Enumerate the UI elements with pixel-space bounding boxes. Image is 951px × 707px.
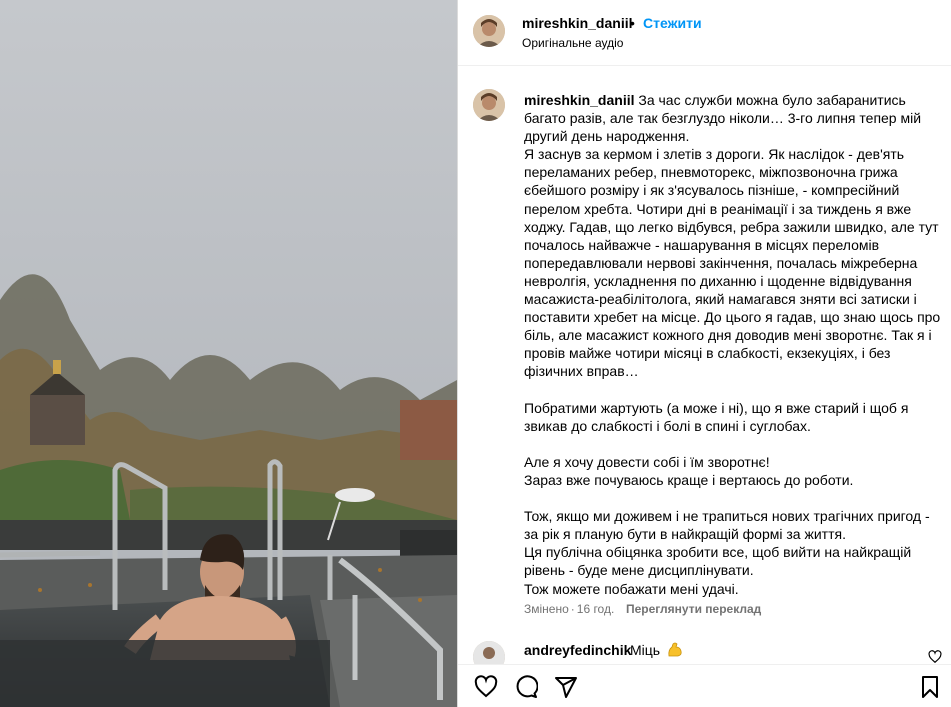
- comment-like-icon[interactable]: [928, 650, 942, 664]
- post-details-panel: mireshkin_daniil • Стежити Оригінальне а…: [457, 0, 951, 707]
- author-avatar[interactable]: [473, 15, 505, 47]
- time-ago[interactable]: 16 год.: [577, 602, 615, 616]
- header-separator: •: [630, 15, 635, 31]
- author-username[interactable]: mireshkin_daniil: [522, 15, 632, 31]
- caption-username[interactable]: mireshkin_daniil: [524, 92, 634, 108]
- audio-label[interactable]: Оригінальне аудіо: [522, 36, 623, 50]
- flexed-biceps-icon: [666, 641, 684, 659]
- caption-author-avatar[interactable]: [473, 89, 505, 121]
- see-translation-button[interactable]: Переглянути переклад: [626, 602, 761, 616]
- comment-icon[interactable]: [514, 675, 538, 699]
- bookmark-icon[interactable]: [918, 675, 942, 699]
- action-bar: [458, 664, 951, 707]
- commenter-username[interactable]: andreyfedinchik: [524, 642, 631, 658]
- post-photo[interactable]: [0, 0, 457, 707]
- instagram-post-dialog: mireshkin_daniil • Стежити Оригінальне а…: [0, 0, 951, 707]
- share-icon[interactable]: [554, 675, 578, 699]
- post-caption: mireshkin_daniil За час служби можна бул…: [524, 91, 942, 598]
- follow-button[interactable]: Стежити: [643, 15, 702, 31]
- caption-meta: Змінено · 16 год.: [524, 602, 614, 616]
- heart-icon[interactable]: [474, 675, 498, 699]
- caption-text: За час служби можна було забаранитись ба…: [524, 92, 941, 597]
- edited-label: Змінено: [524, 602, 569, 616]
- meta-separator: ·: [570, 602, 575, 616]
- post-header: mireshkin_daniil • Стежити Оригінальне а…: [458, 0, 951, 66]
- comment-text: Міць: [630, 642, 661, 658]
